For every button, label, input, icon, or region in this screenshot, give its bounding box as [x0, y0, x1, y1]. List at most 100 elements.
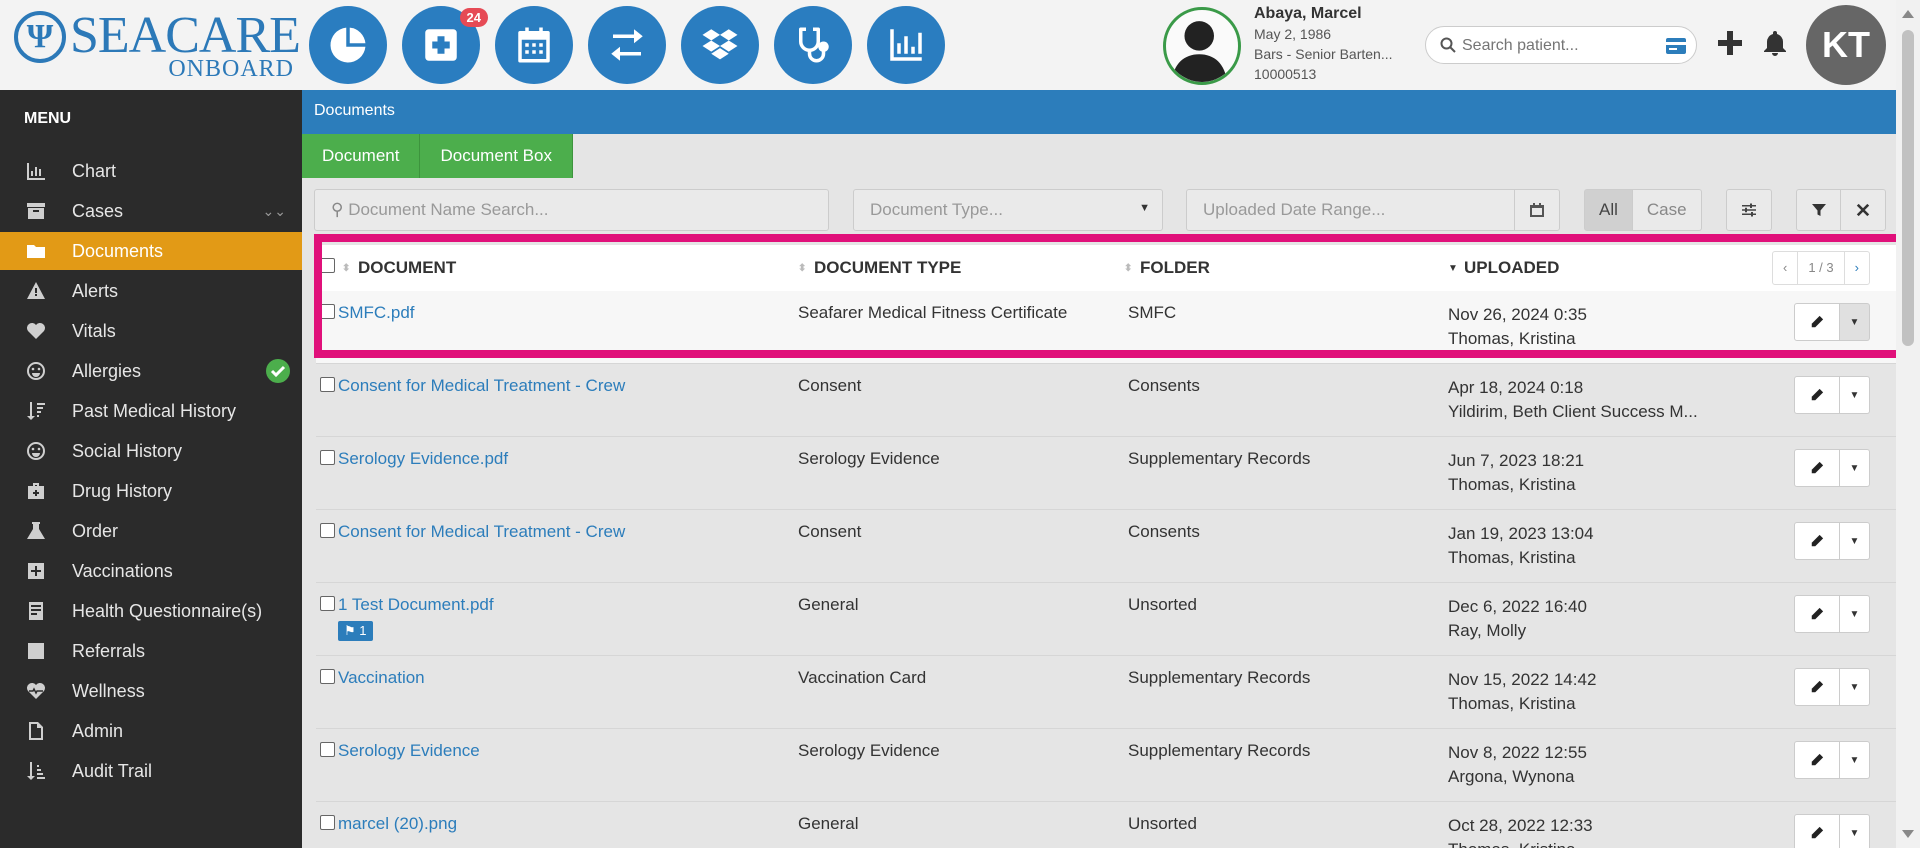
table-row[interactable]: 1 Test Document.pdf ⚑ 1 General Unsorted… [316, 583, 1896, 656]
id-card-icon[interactable] [1666, 38, 1686, 54]
row-checkbox[interactable] [320, 304, 335, 319]
dashboard-nav-button[interactable] [309, 6, 387, 84]
document-type-select[interactable]: Document Type... ▼ [853, 189, 1163, 231]
column-header-document-type[interactable]: ⬍ DOCUMENT TYPE [798, 258, 961, 278]
stethoscope-nav-button[interactable] [774, 6, 852, 84]
sidebar-item-label: Past Medical History [72, 400, 237, 421]
sidebar-item-past-medical-history[interactable]: Past Medical History [0, 392, 302, 430]
patient-info[interactable]: Abaya, Marcel May 2, 1986 Bars - Senior … [1254, 4, 1393, 84]
document-link[interactable]: Serology Evidence [338, 741, 480, 761]
sidebar-item-admin[interactable]: Admin [0, 712, 302, 750]
sidebar-item-wellness[interactable]: Wellness [0, 672, 302, 710]
sidebar-item-vaccinations[interactable]: Vaccinations [0, 552, 302, 590]
scope-case-button[interactable]: Case [1632, 189, 1702, 231]
scope-all-button[interactable]: All [1584, 189, 1633, 231]
tab-document-box[interactable]: Document Box [420, 134, 573, 178]
column-header-folder[interactable]: ⬍ FOLDER [1124, 258, 1210, 278]
row-checkbox[interactable] [320, 377, 335, 392]
edit-button[interactable] [1794, 668, 1840, 706]
table-row[interactable]: marcel (20).png General Unsorted Oct 28,… [316, 802, 1896, 848]
date-picker-button[interactable] [1514, 189, 1560, 231]
uploaded-by: Thomas, Kristina [1448, 548, 1576, 567]
sidebar-item-order[interactable]: Order [0, 512, 302, 550]
document-link[interactable]: SMFC.pdf [338, 303, 415, 323]
document-link[interactable]: 1 Test Document.pdf [338, 595, 494, 615]
sidebar-item-alerts[interactable]: Alerts [0, 272, 302, 310]
tab-document[interactable]: Document [302, 134, 421, 178]
filter-button[interactable] [1796, 189, 1842, 231]
add-button[interactable] [1715, 28, 1745, 58]
table-row[interactable]: Vaccination Vaccination Card Supplementa… [316, 656, 1896, 729]
column-header-document[interactable]: ⬍ DOCUMENT [342, 258, 456, 278]
edit-button[interactable] [1794, 522, 1840, 560]
notifications-button[interactable] [1760, 28, 1790, 58]
table-row[interactable]: Serology Evidence.pdf Serology Evidence … [316, 437, 1896, 510]
document-link[interactable]: Consent for Medical Treatment - Crew [338, 522, 625, 542]
row-menu-dropdown[interactable]: ▼ [1840, 814, 1870, 848]
row-checkbox[interactable] [320, 450, 335, 465]
sidebar-item-audit-trail[interactable]: Audit Trail [0, 752, 302, 790]
row-checkbox[interactable] [320, 742, 335, 757]
pager-prev-button[interactable]: ‹ [1773, 252, 1799, 284]
row-menu-dropdown[interactable]: ▼ [1840, 668, 1870, 706]
uploaded-cell: Jan 19, 2023 13:04 Thomas, Kristina [1448, 522, 1594, 570]
scroll-down-arrow[interactable] [1902, 830, 1914, 838]
patient-photo[interactable] [1163, 7, 1241, 85]
row-checkbox[interactable] [320, 523, 335, 538]
edit-button[interactable] [1794, 595, 1840, 633]
column-header-uploaded[interactable]: ▼ UPLOADED [1448, 258, 1559, 278]
sidebar-item-vitals[interactable]: Vitals [0, 312, 302, 350]
document-link[interactable]: Consent for Medical Treatment - Crew [338, 376, 625, 396]
page-scrollbar[interactable] [1896, 0, 1920, 848]
scroll-up-arrow[interactable] [1902, 10, 1914, 18]
edit-button[interactable] [1794, 814, 1840, 848]
dropbox-nav-button[interactable] [681, 6, 759, 84]
table-row[interactable]: Consent for Medical Treatment - Crew Con… [316, 510, 1896, 583]
row-menu-dropdown[interactable]: ▼ [1840, 449, 1870, 487]
chevron-down-icon[interactable]: ⌄⌄ [263, 203, 286, 220]
sidebar-item-social-history[interactable]: Social History [0, 432, 302, 470]
medical-nav-button[interactable]: 24 [402, 6, 488, 84]
patient-search-input[interactable] [1462, 33, 1652, 59]
table-row[interactable]: SMFC.pdf Seafarer Medical Fitness Certif… [316, 291, 1896, 364]
seacare-logo[interactable]: Ψ SEACARE ONBOARD [14, 8, 301, 82]
sidebar-item-chart[interactable]: Chart [0, 152, 302, 190]
document-link[interactable]: Serology Evidence.pdf [338, 449, 508, 469]
transfer-nav-button[interactable] [588, 6, 666, 84]
select-all-checkbox[interactable] [320, 258, 335, 273]
pencil-icon [1811, 753, 1824, 766]
row-menu-dropdown[interactable]: ▼ [1840, 303, 1870, 341]
row-checkbox[interactable] [320, 815, 335, 830]
edit-button[interactable] [1794, 449, 1840, 487]
row-menu-dropdown[interactable]: ▼ [1840, 376, 1870, 414]
row-menu-dropdown[interactable]: ▼ [1840, 522, 1870, 560]
column-settings-button[interactable] [1726, 189, 1772, 231]
uploaded-date-range[interactable]: Uploaded Date Range... [1186, 189, 1516, 231]
row-menu-dropdown[interactable]: ▼ [1840, 595, 1870, 633]
row-checkbox[interactable] [320, 669, 335, 684]
table-row[interactable]: Serology Evidence Serology Evidence Supp… [316, 729, 1896, 802]
row-checkbox[interactable] [320, 596, 335, 611]
edit-button[interactable] [1794, 741, 1840, 779]
row-menu-dropdown[interactable]: ▼ [1840, 741, 1870, 779]
reports-nav-button[interactable] [867, 6, 945, 84]
tag-icon: ⚑ [344, 623, 356, 638]
edit-button[interactable] [1794, 303, 1840, 341]
sidebar-item-health-questionnaire[interactable]: Health Questionnaire(s) [0, 592, 302, 630]
table-row[interactable]: Consent for Medical Treatment - Crew Con… [316, 364, 1896, 437]
sidebar-item-referrals[interactable]: Referrals [0, 632, 302, 670]
scroll-thumb[interactable] [1902, 30, 1914, 346]
tag-count-badge[interactable]: ⚑ 1 [338, 621, 373, 641]
document-link[interactable]: Vaccination [338, 668, 425, 688]
sidebar-item-allergies[interactable]: Allergies [0, 352, 302, 390]
calendar-nav-button[interactable] [495, 6, 573, 84]
sidebar-item-cases[interactable]: Cases ⌄⌄ [0, 192, 302, 230]
clear-filters-button[interactable] [1840, 189, 1886, 231]
document-name-search[interactable]: ⚲ Document Name Search... [314, 189, 829, 231]
edit-button[interactable] [1794, 376, 1840, 414]
sidebar-item-drug-history[interactable]: Drug History [0, 472, 302, 510]
user-avatar[interactable]: KT [1806, 5, 1886, 85]
pager-next-button[interactable]: › [1845, 252, 1869, 284]
document-link[interactable]: marcel (20).png [338, 814, 457, 834]
sidebar-item-documents[interactable]: Documents [0, 232, 302, 270]
